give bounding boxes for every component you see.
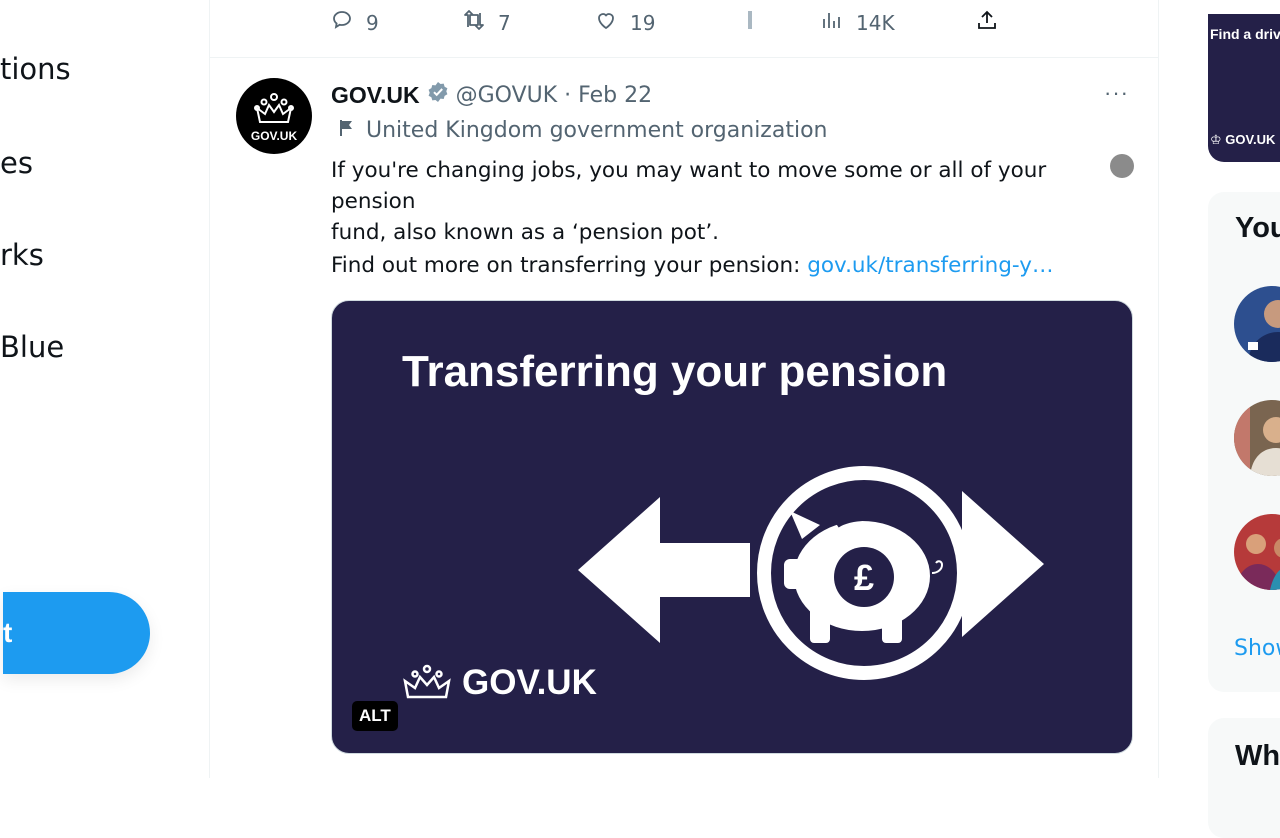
nav-item-label: Blue <box>0 330 65 364</box>
nav-item-label: tions <box>0 52 71 86</box>
tweet-divider <box>210 57 1158 58</box>
tweet-link[interactable]: gov.uk/transferring-y… <box>807 253 1053 278</box>
views-icon <box>820 8 844 37</box>
nav-item-blue[interactable]: Blue <box>0 330 64 364</box>
post-button[interactable]: t <box>3 592 150 674</box>
affiliation-label: United Kingdom government organization <box>366 118 828 143</box>
views-button[interactable]: 14K <box>820 8 895 37</box>
reply-icon <box>330 8 354 37</box>
person-photo-icon <box>1248 300 1280 362</box>
flag-icon <box>338 118 356 143</box>
tweet-media-image[interactable]: £ Transferring your pension GOV.UK ALT <box>331 300 1133 754</box>
alt-text-badge[interactable]: ALT <box>352 701 398 731</box>
svg-text:£: £ <box>854 557 874 598</box>
like-button[interactable]: 19 <box>594 8 655 37</box>
crown-icon <box>403 664 451 699</box>
retweet-button[interactable]: 7 <box>462 8 511 37</box>
share-button[interactable] <box>975 8 999 37</box>
share-icon <box>975 8 999 37</box>
tweet-text: If you're changing jobs, you may want to… <box>331 155 1131 248</box>
column-divider-right <box>1158 0 1159 778</box>
nav-item-messages[interactable]: es <box>0 146 33 180</box>
nav-item-label: rks <box>0 238 44 272</box>
group-photo-icon <box>1234 534 1280 590</box>
nav-item-notifications[interactable]: tions <box>0 52 71 86</box>
tweet-action-bar: 9 7 19 14K <box>330 0 1030 46</box>
post-button-label: t <box>3 617 13 648</box>
promo-brand-label: GOV.UK <box>1225 132 1276 147</box>
panel-title: Wh <box>1235 740 1280 772</box>
views-count: 14K <box>856 10 895 35</box>
verified-badge-icon <box>426 80 450 110</box>
show-more-link[interactable]: Show <box>1234 636 1280 661</box>
tweet-header: GOV.UK @GOVUK · Feb 22 <box>331 80 652 110</box>
bookmark-icon <box>738 8 762 37</box>
nav-item-bookmarks[interactable]: rks <box>0 238 44 272</box>
media-title: Transferring your pension <box>402 347 948 396</box>
more-icon: ··· <box>1104 80 1129 105</box>
bookmark-button[interactable] <box>738 8 762 37</box>
suggested-account-avatar[interactable] <box>1234 286 1280 362</box>
tweet-text-line: fund, also known as a ‘pension pot’. <box>331 220 719 245</box>
media-brand-label: GOV.UK <box>462 663 597 702</box>
tweet-link-prefix: Find out more on transferring your pensi… <box>331 253 808 278</box>
left-sidebar: tions es rks Blue t <box>0 0 210 800</box>
tweet-link-line: Find out more on transferring your pensi… <box>331 250 1053 281</box>
media-brand: GOV.UK <box>402 663 597 703</box>
nav-item-label: es <box>0 146 33 180</box>
promo-text: Find a driv <box>1210 26 1280 42</box>
display-name[interactable]: GOV.UK <box>331 82 420 109</box>
retweet-icon <box>462 8 486 37</box>
govuk-avatar[interactable]: GOV.UK <box>236 78 312 154</box>
whats-happening-panel: Wh <box>1208 718 1280 838</box>
panel-title: You <box>1235 212 1280 244</box>
reply-button[interactable]: 9 <box>330 8 379 37</box>
tweet-text-line: If you're changing jobs, you may want to… <box>331 158 1047 214</box>
who-to-follow-panel: You Show <box>1208 192 1280 692</box>
like-count: 19 <box>630 10 656 35</box>
suggested-account-avatar[interactable] <box>1234 514 1280 590</box>
retweet-count: 7 <box>498 10 511 35</box>
promo-brand: ♔ GOV.UK <box>1210 132 1275 148</box>
affiliation: United Kingdom government organization <box>338 118 827 143</box>
person-photo-icon <box>1234 400 1280 476</box>
handle-date[interactable]: @GOVUK · Feb 22 <box>456 83 652 108</box>
promoted-card[interactable]: Find a driv ♔ GOV.UK <box>1208 14 1280 162</box>
suggested-account-avatar[interactable] <box>1234 400 1280 476</box>
column-divider-left <box>209 0 210 778</box>
more-options-button[interactable]: ··· <box>1104 80 1129 106</box>
crown-icon: ♔ <box>1210 132 1222 147</box>
scroll-indicator[interactable] <box>1110 154 1134 178</box>
avatar-label: GOV.UK <box>250 129 298 143</box>
reply-count: 9 <box>366 10 379 35</box>
heart-icon <box>594 8 618 37</box>
